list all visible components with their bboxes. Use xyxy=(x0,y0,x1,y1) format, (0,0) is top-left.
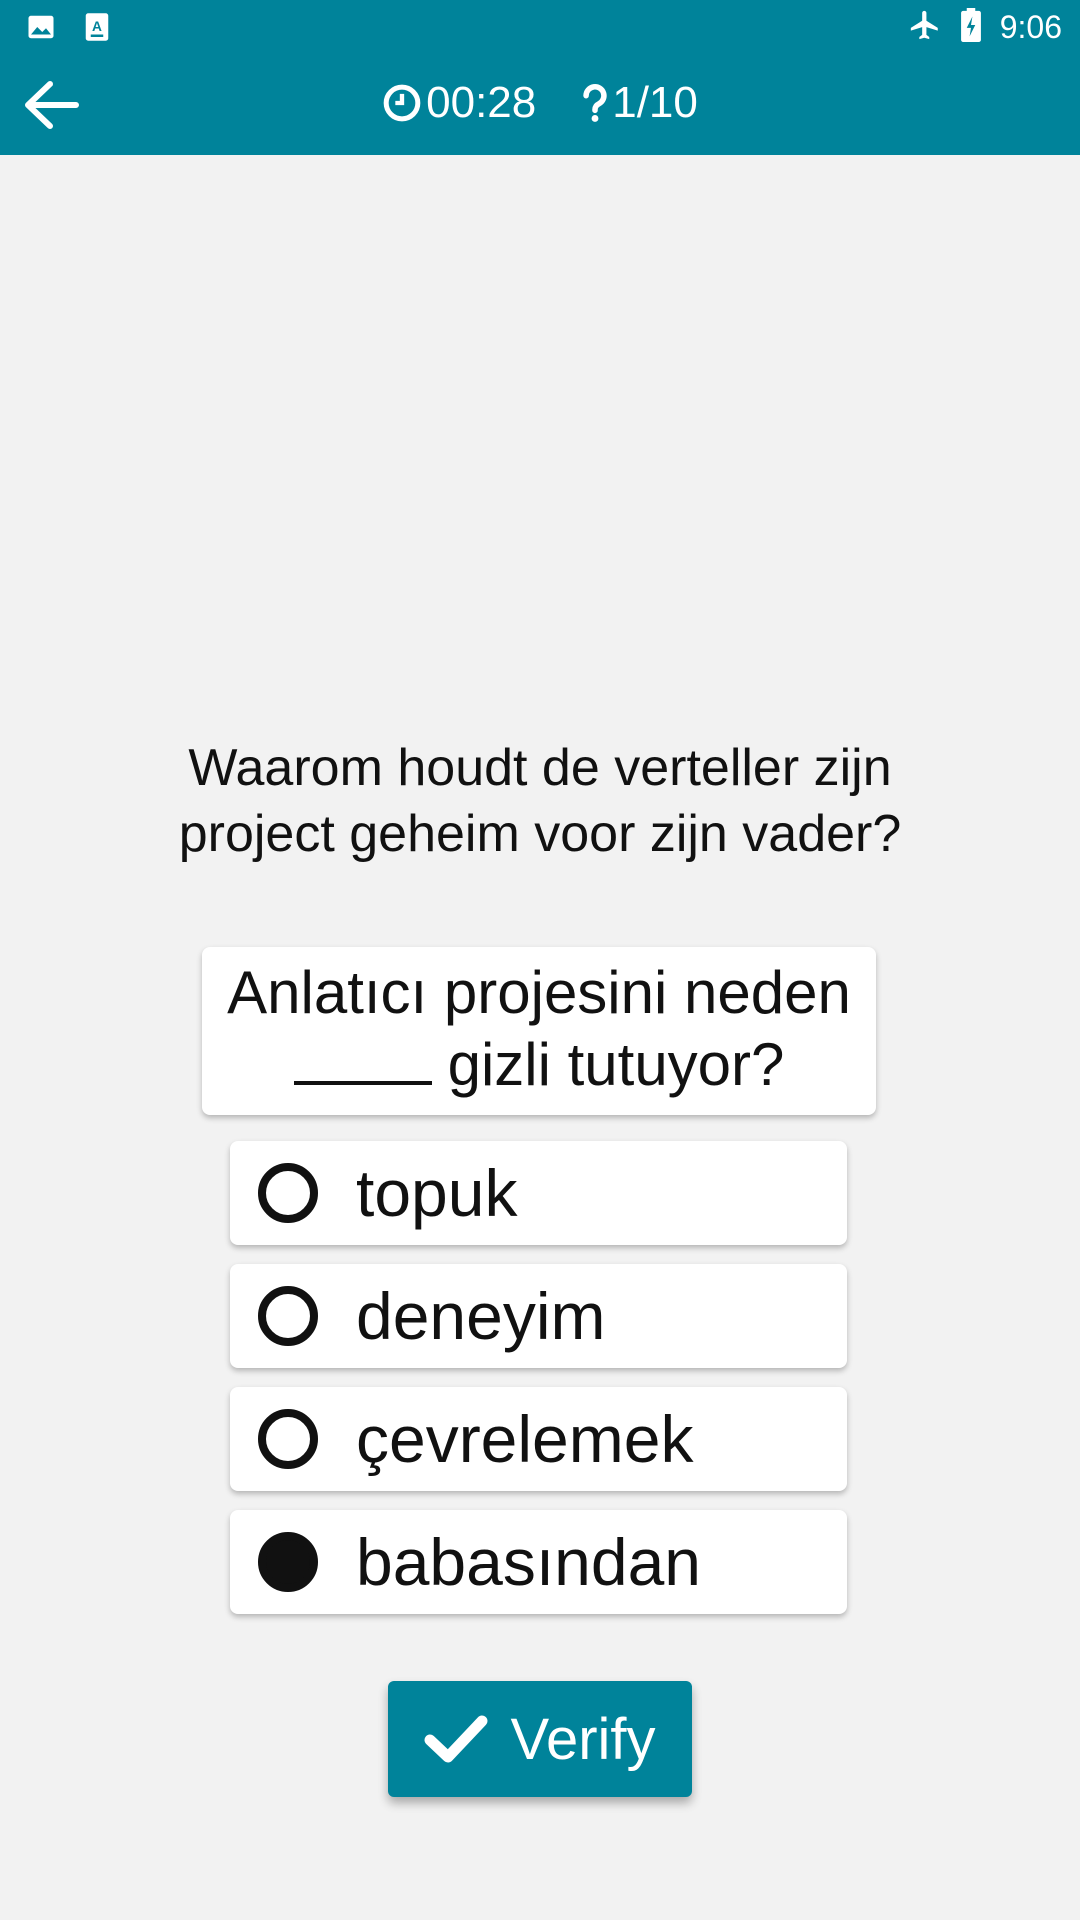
prompt-after: gizli tutuyor? xyxy=(447,1031,785,1098)
gallery-notification-icon xyxy=(26,12,56,47)
radio-button[interactable] xyxy=(258,1409,318,1469)
radio-button-selected[interactable] xyxy=(258,1532,318,1592)
checkmark-icon xyxy=(424,1715,488,1763)
prompt-before: Anlatıcı projesini neden xyxy=(227,959,851,1026)
question-mark-icon xyxy=(583,84,607,122)
radio-button[interactable] xyxy=(258,1163,318,1223)
option-topuk[interactable]: topuk xyxy=(230,1141,847,1245)
option-label: topuk xyxy=(356,1156,518,1230)
status-bar: A 9:06 xyxy=(0,0,1080,54)
battery-charging-icon xyxy=(960,8,982,47)
option-cevrelemek[interactable]: çevrelemek xyxy=(230,1387,847,1491)
app-bar: 00:28 1/10 xyxy=(0,54,1080,155)
timer-value: 00:28 xyxy=(426,78,537,127)
question-text: Waarom houdt de verteller zijn project g… xyxy=(178,739,902,863)
option-label: deneyim xyxy=(356,1279,606,1353)
option-label: çevrelemek xyxy=(356,1402,694,1476)
option-label: babasından xyxy=(356,1525,701,1599)
airplane-mode-icon xyxy=(908,8,942,47)
translate-notification-icon: A xyxy=(84,12,110,47)
timer-display: 00:28 xyxy=(382,78,536,128)
progress-value: 1/10 xyxy=(612,78,698,127)
option-babasindan[interactable]: babasından xyxy=(230,1510,847,1614)
answer-blank xyxy=(293,1031,432,1085)
question-progress: 1/10 xyxy=(582,78,698,128)
status-time: 9:06 xyxy=(999,9,1062,45)
radio-button[interactable] xyxy=(258,1286,318,1346)
verify-label: Verify xyxy=(510,1706,656,1772)
verify-button[interactable]: Verify xyxy=(388,1681,692,1797)
clock-icon xyxy=(383,84,421,122)
prompt-card: Anlatıcı projesini neden gizli tutuyor? xyxy=(202,947,876,1115)
option-deneyim[interactable]: deneyim xyxy=(230,1264,847,1368)
svg-text:A: A xyxy=(92,19,102,34)
